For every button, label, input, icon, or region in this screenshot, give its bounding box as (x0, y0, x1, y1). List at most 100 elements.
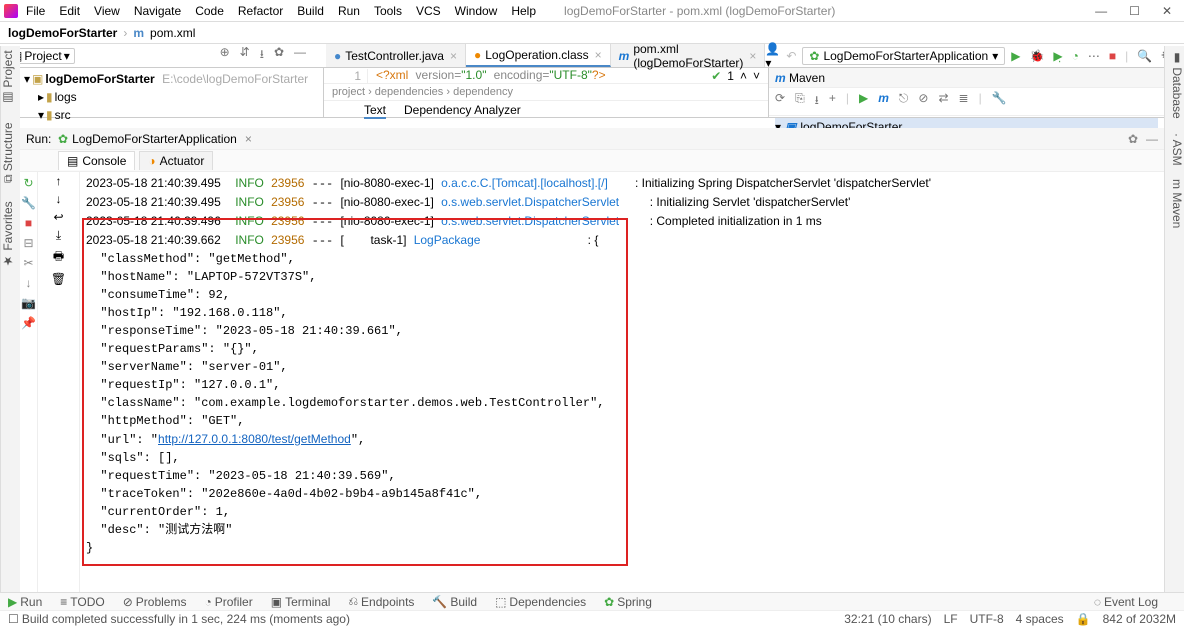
maximize-icon[interactable]: ☐ (1129, 4, 1140, 18)
menu-run[interactable]: Run (338, 4, 360, 18)
run-icon[interactable]: ▶ (1011, 49, 1020, 63)
status-endpoints[interactable]: ⎌ Endpoints (348, 594, 414, 609)
target-icon[interactable]: ⊕ (220, 45, 230, 66)
sub-tab-text[interactable]: Text (364, 103, 386, 119)
menu-build[interactable]: Build (297, 4, 324, 18)
menu-vcs[interactable]: VCS (416, 4, 441, 18)
scroll-end-icon[interactable]: ⤓ (56, 228, 61, 243)
stop-icon[interactable]: ■ (1109, 49, 1116, 63)
pin-icon[interactable]: ✂ (23, 256, 33, 270)
close-run-tab-icon[interactable]: × (245, 132, 252, 146)
down-icon[interactable]: ˅ (753, 69, 760, 83)
debug-icon[interactable]: 🐞 (1029, 49, 1044, 63)
offline-icon[interactable]: ⇄ (938, 91, 948, 112)
wrench-icon[interactable]: 🔧 (992, 91, 1007, 112)
clear-icon[interactable]: 🗑 (51, 272, 66, 286)
structure-tab[interactable]: ⧉ Structure (1, 123, 20, 184)
tab-logoperation[interactable]: ● LogOperation.class × (466, 44, 611, 67)
up-arrow-icon[interactable]: ↑ (56, 174, 62, 188)
run-config-selector[interactable]: ✿ LogDemoForStarterApplication ▾ (802, 47, 1005, 65)
search-icon[interactable]: 🔍 (1137, 49, 1152, 63)
refresh-icon[interactable]: ⟳ (775, 91, 785, 112)
project-tree[interactable]: ▾▣logDemoForStarter E:\code\logDemoForSt… (20, 68, 324, 117)
menu-tools[interactable]: Tools (374, 4, 402, 18)
status-spring[interactable]: ✿ Spring (604, 595, 652, 609)
console-output[interactable]: 2023-05-18 21:40:39.495 INFO 23956 --- [… (80, 172, 1164, 592)
editor-breadcrumb[interactable]: project › dependencies › dependency (324, 84, 768, 100)
close-tab-icon[interactable]: × (595, 48, 602, 62)
hide-icon[interactable]: — (1146, 132, 1158, 146)
status-deps[interactable]: ⬚ Dependencies (495, 595, 586, 609)
project-root[interactable]: logDemoForStarter (45, 72, 154, 86)
minimize-icon[interactable]: — (1095, 4, 1107, 18)
build-icon[interactable]: ⎘ (795, 91, 805, 112)
expand-icon[interactable]: ⇵ (240, 45, 250, 66)
close-icon[interactable]: ✕ (1162, 4, 1172, 18)
menu-view[interactable]: View (94, 4, 120, 18)
event-log[interactable]: ◌ Event Log (1094, 595, 1158, 609)
breadcrumb-project[interactable]: logDemoForStarter (8, 26, 117, 40)
download-icon[interactable]: ⭳ (815, 91, 819, 112)
status-problems[interactable]: ⊘ Problems (123, 595, 187, 609)
editor-line[interactable]: <?xml version="1.0" encoding="UTF-8"?> (368, 68, 606, 83)
menu-code[interactable]: Code (195, 4, 224, 18)
gear-icon[interactable]: ✿ (1128, 132, 1138, 146)
add-icon[interactable]: + (829, 91, 836, 112)
attach-icon[interactable]: ⋯ (1088, 49, 1100, 63)
tab-actuator[interactable]: ◑Actuator (139, 151, 213, 170)
indent[interactable]: 4 spaces (1016, 612, 1064, 626)
caret-pos[interactable]: 32:21 (10 chars) (844, 612, 931, 626)
tab-pom[interactable]: m pom.xml (logDemoForStarter) × (611, 44, 766, 67)
encoding[interactable]: UTF-8 (970, 612, 1004, 626)
chevron-down-icon[interactable]: ▾ (24, 72, 30, 86)
line-sep[interactable]: LF (944, 612, 958, 626)
coverage-icon[interactable]: ▶̣ (1053, 49, 1062, 63)
user-icon[interactable]: 👤▾ (765, 42, 780, 70)
tree-item[interactable]: logs (55, 90, 77, 104)
project-tab[interactable]: ▤ Project (1, 50, 20, 105)
profile-icon[interactable]: ◔ (1072, 49, 1079, 63)
dump-icon[interactable]: 📷 (21, 296, 36, 310)
wrap-icon[interactable]: ↩ (53, 210, 63, 224)
close-tab-icon[interactable]: × (749, 49, 756, 63)
menu-window[interactable]: Window (455, 4, 498, 18)
tab-testcontroller[interactable]: ● TestController.java × (326, 44, 466, 67)
layout-icon[interactable]: ⊟ (23, 236, 33, 250)
pin2-icon[interactable]: 📌 (21, 316, 36, 330)
stop-icon[interactable]: ■ (25, 216, 32, 230)
database-tab[interactable]: ▮ Database (1165, 50, 1184, 119)
status-terminal[interactable]: ▣ Terminal (271, 595, 331, 609)
maven-side-tab[interactable]: m Maven (1165, 179, 1184, 228)
close-tab-icon[interactable]: × (450, 49, 457, 63)
status-profiler[interactable]: ◔ Profiler (204, 595, 252, 609)
chevron-down-icon[interactable]: ▾ (38, 108, 44, 122)
menu-navigate[interactable]: Navigate (134, 4, 181, 18)
menu-help[interactable]: Help (511, 4, 536, 18)
chevron-right-icon[interactable]: ▸ (38, 90, 44, 104)
hide-icon[interactable]: — (294, 45, 306, 66)
menu-refactor[interactable]: Refactor (238, 4, 283, 18)
breadcrumb-file[interactable]: pom.xml (150, 26, 195, 40)
collapse-icon[interactable]: ⭳ (260, 45, 264, 66)
warning-badge[interactable]: ✔ (711, 69, 721, 83)
print-icon[interactable]: 🖶 (53, 247, 64, 268)
menu-file[interactable]: File (26, 4, 45, 18)
menu-edit[interactable]: Edit (59, 4, 80, 18)
memory[interactable]: 842 of 2032M (1103, 612, 1176, 626)
up-icon[interactable]: ˄ (740, 69, 747, 83)
asm-tab[interactable]: · ASM (1165, 133, 1184, 166)
skip-icon[interactable]: ⊘ (918, 91, 928, 112)
tool-icon[interactable]: 🔧 (21, 196, 36, 210)
collapse-icon[interactable]: ≣ (959, 91, 969, 112)
rerun-icon[interactable]: ↻ (23, 176, 33, 190)
status-todo[interactable]: ≡ TODO (60, 595, 104, 609)
status-run[interactable]: ▶Run (8, 595, 42, 609)
sub-tab-dependency[interactable]: Dependency Analyzer (404, 103, 521, 119)
back-icon[interactable]: ↶ (786, 49, 796, 63)
tab-console[interactable]: ▤Console (58, 151, 135, 170)
toggle-icon[interactable]: ⎋ (899, 91, 909, 112)
status-build[interactable]: 🔨 Build (432, 595, 477, 609)
run-icon[interactable]: ▶ (859, 91, 868, 112)
tree-item[interactable]: src (55, 108, 71, 122)
gear-icon[interactable]: ✿ (274, 45, 284, 66)
